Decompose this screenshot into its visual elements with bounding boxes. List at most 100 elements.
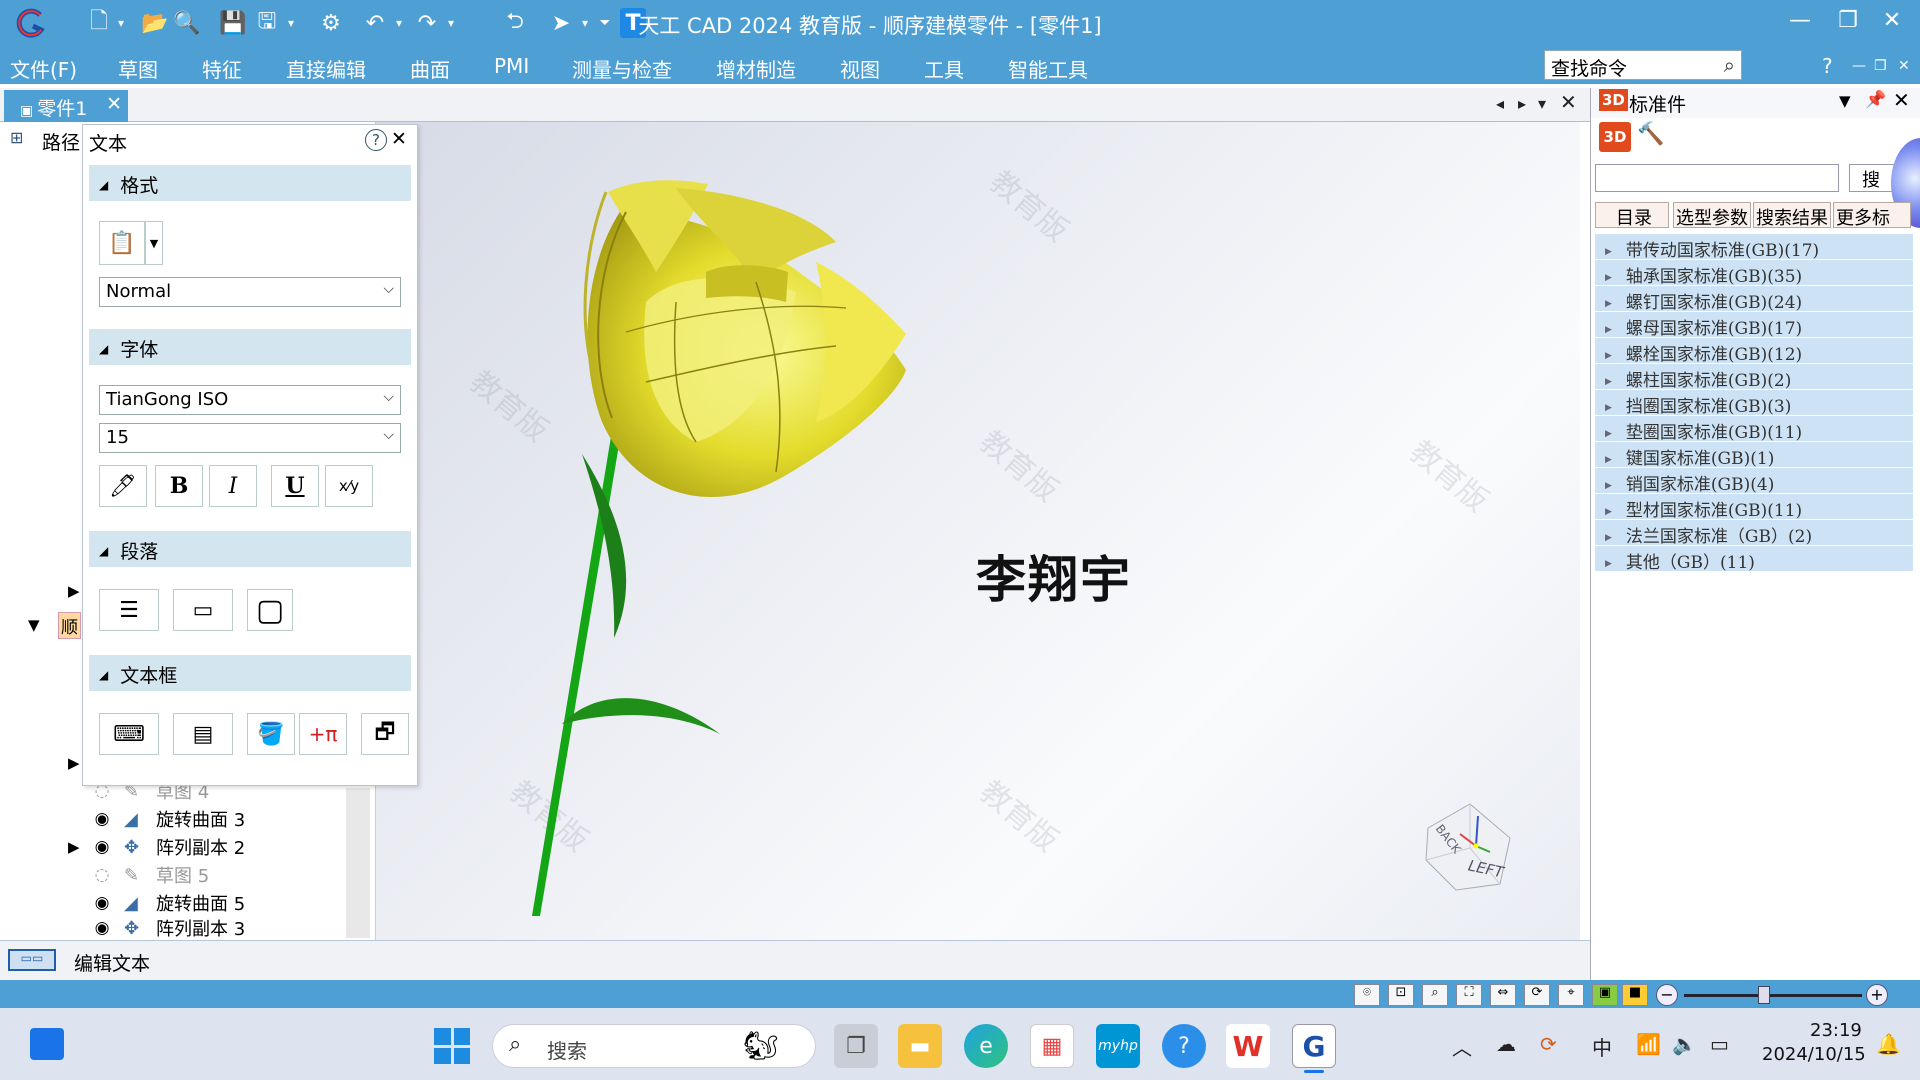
bullet-list-icon[interactable]: ☰ — [99, 589, 159, 631]
menu-view[interactable]: 视图 — [840, 54, 880, 83]
canvas-text[interactable]: 李翔宇 — [976, 540, 1132, 612]
mdi-close-icon[interactable]: ✕ — [1898, 58, 1910, 74]
list-item[interactable]: ▶ 型材国家标准(GB)(11) — [1595, 494, 1913, 521]
menu-pmi[interactable]: PMI — [494, 54, 529, 78]
section-paragraph[interactable]: ◢ 段落 — [89, 531, 411, 567]
list-item[interactable]: ▶ 螺栓国家标准(GB)(12) — [1595, 338, 1913, 365]
mdi-minimize-icon[interactable]: — — [1852, 58, 1866, 74]
menu-measure[interactable]: 测量与检查 — [572, 54, 672, 83]
task-view-icon[interactable]: ❐ — [834, 1024, 878, 1068]
tray-chevron-icon[interactable]: ︿ — [1452, 1032, 1472, 1061]
save-dropdown-icon[interactable]: ▾ — [284, 8, 298, 38]
list-item[interactable]: ▶ 法兰国家标准（GB）(2) — [1595, 520, 1913, 547]
pin-icon[interactable]: 📌 — [1865, 90, 1886, 110]
search-icon[interactable]: ⌕ — [1724, 53, 1735, 77]
tree-expand-icon[interactable]: ▶ — [68, 582, 80, 600]
menu-tools[interactable]: 工具 — [924, 54, 964, 83]
onedrive-icon[interactable]: ☁ — [1496, 1032, 1516, 1056]
dialog-close-icon[interactable]: ✕ — [391, 128, 407, 150]
tree-item[interactable]: ◉ ✥ 阵列副本 3 — [90, 918, 246, 938]
tab-close-all-icon[interactable]: ✕ — [1560, 90, 1577, 114]
panel-menu-icon[interactable]: ▼ — [1839, 92, 1851, 110]
tree-scrollbar[interactable] — [346, 788, 370, 938]
undo-icon[interactable]: ↶ — [360, 8, 390, 38]
3d-viewport[interactable]: 教育版 教育版 教育版 教育版 教育版 教育版 李翔宇 — [376, 122, 1580, 940]
list-item[interactable]: ▶ 销国家标准(GB)(4) — [1595, 468, 1913, 495]
hidden-eye-icon[interactable]: ◌ — [90, 865, 114, 885]
search-file-icon[interactable]: 🔍 — [173, 8, 200, 38]
font-size-select[interactable]: 15 ⌵ — [99, 423, 401, 453]
italic-button[interactable]: I — [209, 465, 257, 507]
tab-list-icon[interactable]: ▾ — [1538, 94, 1546, 113]
tab-catalog[interactable]: 目录 — [1595, 202, 1669, 228]
save-icon[interactable]: 💾 — [218, 8, 248, 38]
tiangong-cad-icon[interactable]: G — [1292, 1024, 1336, 1068]
eye-icon[interactable]: ◉ — [90, 918, 114, 938]
tree-expand-icon[interactable]: ▶ — [68, 838, 80, 856]
edge-icon[interactable]: e — [964, 1024, 1008, 1068]
ime-indicator[interactable]: 中 — [1592, 1032, 1612, 1061]
section-font[interactable]: ◢ 字体 — [89, 329, 411, 365]
restore-button[interactable]: ❐ — [1828, 8, 1868, 38]
font-color-button[interactable]: 🖊 — [99, 465, 147, 507]
app-logo-icon[interactable] — [10, 8, 50, 38]
wps-icon[interactable]: W — [1226, 1024, 1270, 1068]
text-frame-icon[interactable]: ▭ — [173, 589, 233, 631]
menu-sketch[interactable]: 草图 — [118, 54, 158, 83]
zoom-area-icon[interactable]: ⊡ — [1388, 984, 1414, 1006]
zoom-slider[interactable] — [1684, 986, 1862, 1004]
display-style-icon[interactable]: ■ — [1622, 984, 1648, 1006]
store-icon[interactable]: ▦ — [1030, 1024, 1074, 1068]
clock-time[interactable]: 23:19 — [1810, 1020, 1862, 1041]
notification-bell-icon[interactable]: 🔔 — [1876, 1032, 1901, 1056]
tab-next-icon[interactable]: ▸ — [1518, 94, 1526, 113]
rose-model[interactable] — [376, 122, 1580, 940]
style-dropdown-icon[interactable]: ▼ — [145, 221, 163, 265]
pan-icon[interactable]: ⇔ — [1490, 984, 1516, 1006]
underline-button[interactable]: U — [271, 465, 319, 507]
help-button[interactable]: ? — [1822, 54, 1833, 78]
zoom-out-icon[interactable]: − — [1656, 984, 1678, 1006]
command-search-input[interactable]: 查找命令 ⌕ — [1544, 50, 1742, 80]
insert-symbol-icon[interactable]: +π — [299, 713, 347, 755]
return-icon[interactable]: ⮌ — [500, 8, 530, 38]
tab-selection-params[interactable]: 选型参数 — [1673, 202, 1751, 228]
zoom-icon[interactable]: ⌕ — [1422, 984, 1448, 1006]
list-item[interactable]: ▶ 螺钉国家标准(GB)(24) — [1595, 286, 1913, 313]
border-box-icon[interactable]: ▢ — [247, 589, 293, 631]
clock-date[interactable]: 2024/10/15 — [1762, 1044, 1866, 1065]
menu-file[interactable]: 文件(F) — [10, 54, 77, 83]
redo-icon[interactable]: ↷ — [412, 8, 442, 38]
settings-gear-icon[interactable]: ⚙ — [316, 8, 346, 38]
widgets-icon[interactable] — [30, 1028, 64, 1060]
eye-icon[interactable]: ◉ — [90, 809, 114, 829]
menu-additive[interactable]: 增材制造 — [716, 54, 796, 83]
tree-expand-icon[interactable]: ▶ — [68, 754, 80, 772]
start-button[interactable] — [434, 1028, 470, 1064]
zoom-slider-thumb[interactable] — [1758, 986, 1770, 1004]
camera-icon[interactable]: ⌾ — [1354, 984, 1380, 1006]
style-picker-button[interactable]: 📋 — [99, 221, 145, 265]
wifi-icon[interactable]: 📶 — [1636, 1032, 1661, 1056]
file-explorer-icon[interactable]: ▬ — [898, 1024, 942, 1068]
volume-icon[interactable]: 🔈 — [1672, 1032, 1697, 1056]
menu-direct-edit[interactable]: 直接编辑 — [286, 54, 366, 83]
help-app-icon[interactable]: ? — [1162, 1024, 1206, 1068]
tree-item[interactable]: ◌ ✎ 草图 5 — [90, 862, 210, 888]
menu-feature[interactable]: 特征 — [202, 54, 242, 83]
fill-paint-icon[interactable]: 🪣 — [247, 713, 295, 755]
command-bar-icon[interactable]: ▭▭ — [8, 949, 56, 971]
3d-library-icon[interactable]: 3D — [1599, 122, 1631, 152]
render-mode-icon[interactable]: ▣ — [1592, 984, 1618, 1006]
tab-prev-icon[interactable]: ◂ — [1496, 94, 1504, 113]
tree-collapse-icon[interactable]: ▼ — [28, 616, 40, 634]
rotate-icon[interactable]: ⟳ — [1524, 984, 1550, 1006]
list-item[interactable]: ▶ 挡圈国家标准(GB)(3) — [1595, 390, 1913, 417]
orient-icon[interactable]: ⌖ — [1558, 984, 1584, 1006]
font-select[interactable]: TianGong ISO ⌵ — [99, 385, 401, 415]
minimize-button[interactable]: — — [1780, 8, 1820, 38]
dialog-help-icon[interactable]: ? — [365, 129, 387, 151]
std-search-input[interactable] — [1595, 164, 1839, 192]
tab-part1[interactable]: ▣ 零件1 ✕ — [4, 90, 128, 122]
list-item[interactable]: ▶ 轴承国家标准(GB)(35) — [1595, 260, 1913, 287]
